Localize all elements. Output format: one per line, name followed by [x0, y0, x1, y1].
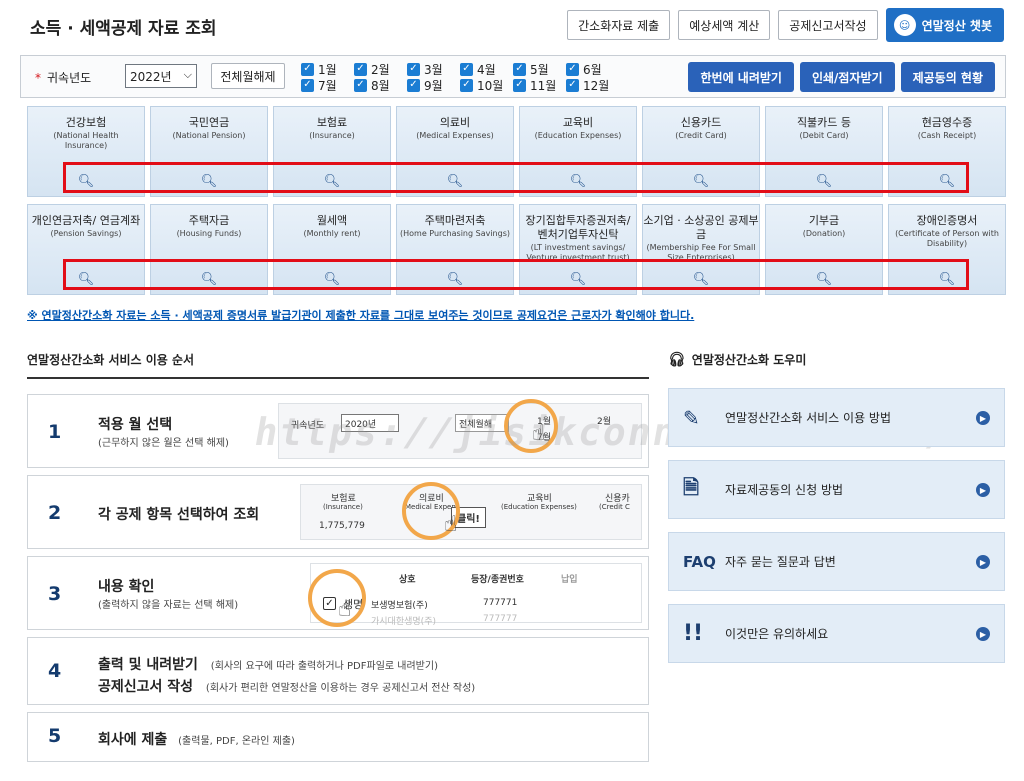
checkbox-checked-icon: ✓	[513, 78, 526, 92]
checkbox-checked-icon: ✓	[407, 62, 420, 76]
chatbot-label: 연말정산 챗봇	[921, 18, 992, 33]
step-2: 2 각 공제 항목 선택하여 조회 보험료 (Insurance) 1,775,…	[27, 475, 649, 549]
deduction-form-button[interactable]: 공제신고서작성	[778, 10, 878, 40]
helper-consent-guide[interactable]: 🗎 자료제공동의 신청 방법 ▶	[668, 460, 1005, 519]
headset-icon: 🎧︎	[668, 351, 686, 368]
month-11[interactable]: ✓ 11월	[513, 77, 566, 93]
helper-cautions[interactable]: !! 이것만은 유의하세요 ▶	[668, 604, 1005, 663]
checkbox-checked-icon: ✓	[407, 78, 420, 92]
checkbox-checked-icon: ✓	[354, 78, 367, 92]
month-8[interactable]: ✓ 8월	[354, 77, 407, 93]
arrow-right-icon: ▶	[976, 627, 990, 641]
faq-icon: FAQ	[683, 552, 716, 571]
doc-icon: 🗎	[683, 474, 700, 499]
estimate-tax-button[interactable]: 예상세액 계산	[678, 10, 771, 40]
edit-doc-icon: ✎	[683, 405, 700, 430]
step-4: 4 출력 및 내려받기 (회사의 요구에 따라 출력하거나 PDF파일로 내려받…	[27, 637, 649, 705]
chatbot-icon: ☺	[893, 14, 916, 36]
step-5: 5 회사에 제출 (출력물, PDF, 온라인 제출)	[27, 712, 649, 762]
highlight-box-row-1	[63, 162, 969, 193]
month-4[interactable]: ✓ 4월	[460, 61, 513, 77]
month-checkboxes: ✓ 1월 ✓ 2월 ✓ 3월 ✓ 4월 ✓ 5월 ✓ 6월 ✓ 7월 ✓ 8월 ✓ 9월 ✓ 10월…	[301, 61, 619, 93]
checkbox-checked-icon: ✓	[566, 78, 579, 92]
checkbox-checked-icon: ✓	[354, 62, 367, 76]
submit-simplified-data-button[interactable]: 간소화자료 제출	[567, 10, 671, 40]
highlight-box-row-2	[63, 259, 969, 290]
checkbox-checked-icon: ✓	[301, 62, 314, 76]
highlight-ring	[308, 569, 366, 627]
service-title: 연말정산간소화 서비스 이용 순서	[27, 353, 195, 367]
month-3[interactable]: ✓ 3월	[407, 61, 460, 77]
month-5[interactable]: ✓ 5월	[513, 61, 566, 77]
alert-icon: !!	[683, 621, 704, 646]
clear-all-months-button[interactable]: 전체월해제	[211, 63, 285, 89]
month-10[interactable]: ✓ 10월	[460, 77, 513, 93]
download-all-button[interactable]: 한번에 내려받기	[688, 62, 794, 92]
chevron-down-icon: ⌵	[183, 68, 192, 81]
helper-title: 🎧︎ 연말정산간소화 도우미	[668, 351, 807, 368]
month-9[interactable]: ✓ 9월	[407, 77, 460, 93]
consent-status-button[interactable]: 제공동의 현황	[900, 62, 995, 92]
year-bar-actions: 한번에 내려받기 인쇄/점자받기 제공동의 현황	[688, 62, 995, 92]
print-braille-button[interactable]: 인쇄/점자받기	[799, 62, 895, 92]
arrow-right-icon: ▶	[976, 483, 990, 497]
checkbox-checked-icon: ✓	[566, 62, 579, 76]
year-filter-bar: * 귀속년도 2022년 ⌵ 전체월해제 ✓ 1월 ✓ 2월 ✓ 3월 ✓ 4월 ✓ 5월 ✓…	[20, 55, 1006, 98]
pointer-hand-icon: ☝	[444, 512, 458, 537]
month-12[interactable]: ✓ 12월	[566, 77, 619, 93]
step-2-illustration: 보험료 (Insurance) 1,775,779 의료비 Medical Ex…	[300, 484, 642, 540]
checkbox-checked-icon: ✓	[460, 62, 473, 76]
page-title: 소득 · 세액공제 자료 조회	[30, 19, 217, 39]
month-6[interactable]: ✓ 6월	[566, 61, 619, 77]
arrow-right-icon: ▶	[976, 411, 990, 425]
helper-usage-guide[interactable]: ✎ 연말정산간소화 서비스 이용 방법 ▶	[668, 388, 1005, 447]
checkbox-checked-icon: ✓	[301, 78, 314, 92]
month-1[interactable]: ✓ 1월	[301, 61, 354, 77]
helper-faq[interactable]: FAQ 자주 묻는 질문과 답변 ▶	[668, 532, 1005, 591]
pointer-hand-icon: ☝	[338, 597, 352, 622]
month-7[interactable]: ✓ 7월	[301, 77, 354, 93]
year-select[interactable]: 2022년 ⌵	[125, 64, 197, 88]
step-3: 3 내용 확인 (출력하지 않을 자료는 선택 해제) 상호 등장/종권번호 납입…	[27, 556, 649, 630]
month-2[interactable]: ✓ 2월	[354, 61, 407, 77]
year-label: * 귀속년도	[35, 71, 92, 85]
required-asterisk: *	[35, 71, 41, 85]
chatbot-button[interactable]: ☺ 연말정산 챗봇	[885, 8, 1004, 42]
top-actions: 간소화자료 제출 예상세액 계산 공제신고서작성 ☺ 연말정산 챗봇	[567, 8, 1004, 42]
arrow-right-icon: ▶	[976, 555, 990, 569]
checkbox-checked-icon: ✓	[460, 78, 473, 92]
notice-link[interactable]: ※ 연말정산간소화 자료는 소득 · 세액공제 증명서류 발급기관이 제출한 자…	[27, 307, 694, 323]
checkbox-checked-icon: ✓	[513, 62, 526, 76]
divider	[27, 377, 649, 379]
